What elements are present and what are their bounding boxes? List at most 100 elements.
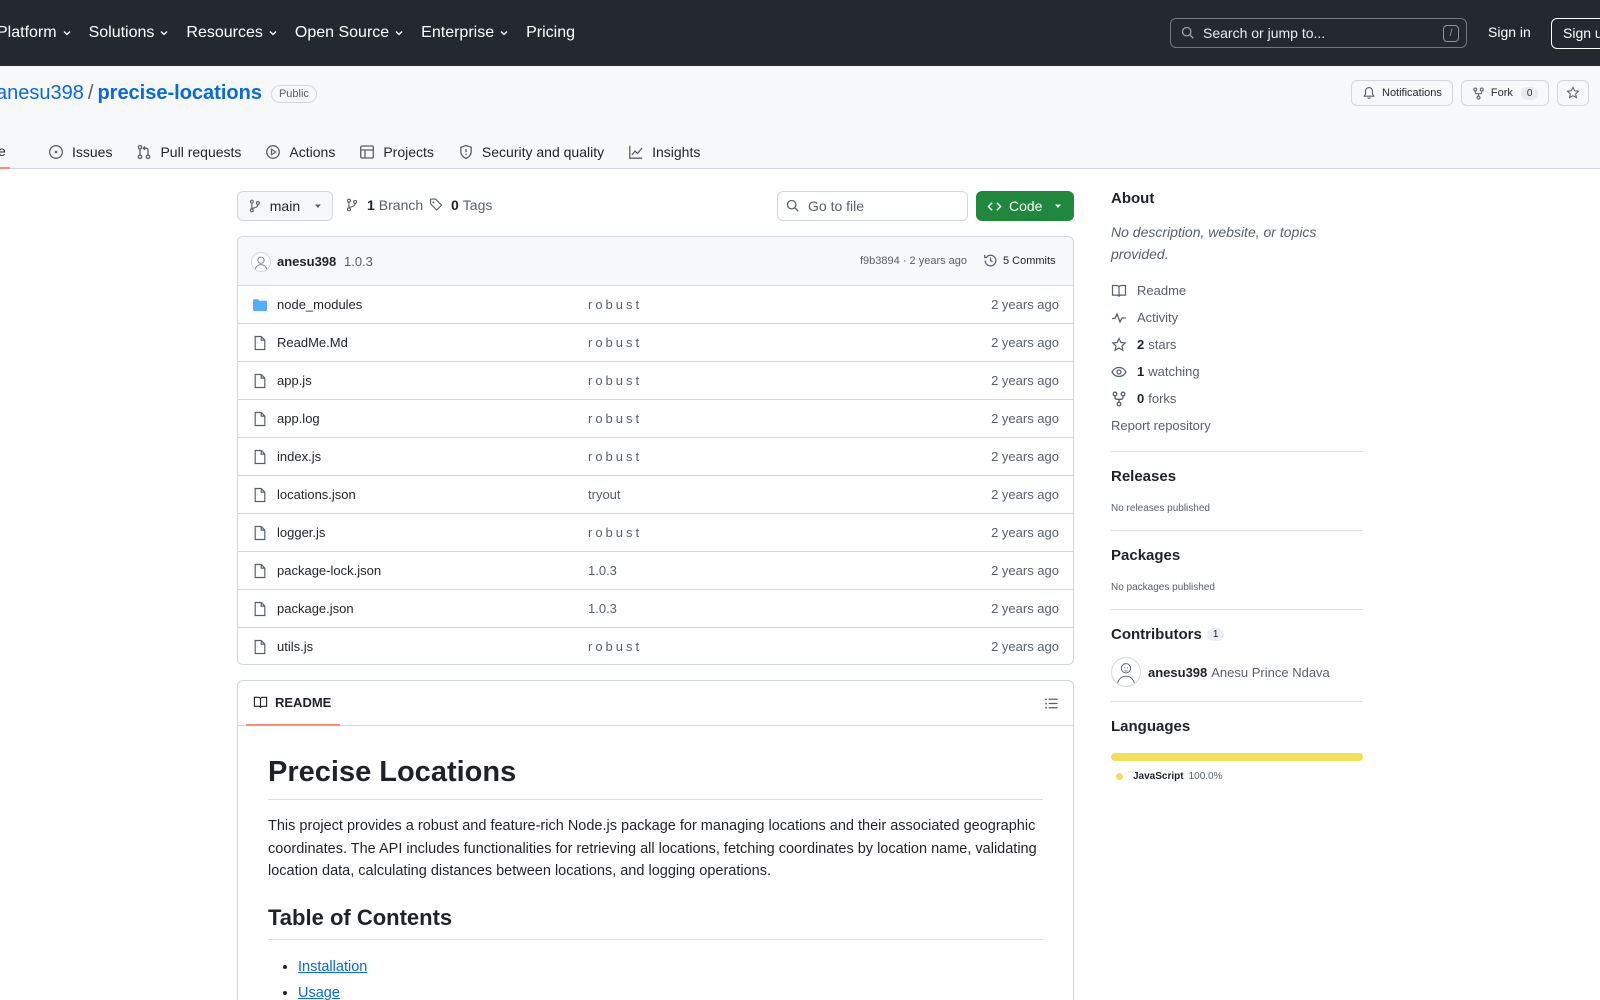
language-bar: [1111, 753, 1363, 761]
notifications-button[interactable]: Notifications: [1351, 80, 1453, 106]
commit-hash-time[interactable]: f9b3894 · 2 years ago: [860, 255, 967, 267]
branches-link[interactable]: 1 Branch: [345, 197, 423, 213]
language-color-dot: [1116, 773, 1123, 780]
fork-button[interactable]: Fork 0: [1460, 80, 1550, 106]
packages-empty-text: No packages published: [1111, 582, 1215, 593]
file-commit-date: 2 years ago: [991, 449, 1059, 464]
readme-link[interactable]: Readme: [1111, 277, 1363, 304]
file-name-link[interactable]: app.log: [277, 411, 320, 426]
commit-author-link[interactable]: anesu398: [277, 254, 336, 269]
watching-link[interactable]: 1 watching: [1111, 358, 1363, 385]
activity-link[interactable]: Activity: [1111, 304, 1363, 331]
readme-content: Precise Locations This project provides …: [238, 726, 1073, 1000]
tag-icon: [430, 198, 443, 211]
language-item[interactable]: JavaScript 100.0%: [1111, 771, 1363, 782]
file-icon: [254, 373, 266, 389]
tab-issues[interactable]: Issues: [48, 135, 112, 169]
file-commit-message-link[interactable]: 1.0.3: [588, 601, 617, 616]
file-commit-message-link[interactable]: robust: [588, 373, 642, 388]
toc-link-usage[interactable]: Usage: [298, 985, 340, 1000]
contributors-heading[interactable]: Contributors 1: [1111, 626, 1363, 643]
branch-selector[interactable]: main: [237, 191, 333, 221]
sign-in-link[interactable]: Sign in: [1488, 24, 1531, 40]
file-name-link[interactable]: utils.js: [277, 639, 313, 654]
nav-pricing[interactable]: Pricing: [526, 24, 575, 42]
file-row[interactable]: utils.js robust 2 years ago: [238, 628, 1073, 664]
nav-platform-label: Platform: [0, 24, 57, 41]
file-name-link[interactable]: package-lock.json: [277, 563, 381, 578]
tab-security[interactable]: Security and quality: [458, 135, 604, 169]
nav-solutions[interactable]: Solutions: [89, 24, 170, 42]
forks-link[interactable]: 0 forks: [1111, 385, 1363, 412]
file-row[interactable]: logger.js robust 2 years ago: [238, 514, 1073, 552]
file-icon: [254, 487, 266, 503]
nav-resources[interactable]: Resources: [186, 24, 277, 42]
file-icon: [254, 639, 266, 655]
nav-platform[interactable]: Platform: [0, 24, 72, 42]
author-avatar[interactable]: [251, 252, 271, 272]
file-name-link[interactable]: ReadMe.Md: [277, 335, 348, 350]
nav-enterprise[interactable]: Enterprise: [421, 24, 509, 42]
file-row[interactable]: ReadMe.Md robust 2 years ago: [238, 324, 1073, 362]
toc-link-installation[interactable]: Installation: [298, 959, 367, 975]
star-button[interactable]: [1557, 80, 1590, 106]
repo-title: anesu398 / precise-locations Public: [0, 82, 317, 105]
nav-open-source[interactable]: Open Source: [295, 24, 404, 42]
nav-solutions-label: Solutions: [88, 24, 155, 41]
tab-projects[interactable]: Projects: [359, 135, 434, 169]
tab-insights[interactable]: Insights: [628, 135, 700, 169]
file-icon: [254, 563, 266, 579]
file-name-link[interactable]: locations.json: [277, 487, 356, 502]
chevron-down-icon: [63, 31, 71, 36]
branch-icon: [249, 199, 260, 213]
file-row[interactable]: package-lock.json 1.0.3 2 years ago: [238, 552, 1073, 590]
commits-history-link[interactable]: 5 Commits: [983, 253, 1056, 268]
tab-issues-label: Issues: [72, 144, 113, 160]
tab-code[interactable]: e: [0, 135, 24, 169]
file-name-link[interactable]: app.js: [277, 373, 312, 388]
file-commit-message-link[interactable]: robust: [588, 297, 642, 312]
file-row[interactable]: index.js robust 2 years ago: [238, 438, 1073, 476]
releases-heading[interactable]: Releases: [1111, 468, 1363, 485]
file-name-link[interactable]: node_modules: [277, 297, 362, 312]
about-description: No description, website, or topics provi…: [1111, 224, 1317, 262]
tags-link[interactable]: 0 Tags: [429, 197, 492, 213]
tab-pull-requests[interactable]: Pull requests: [136, 135, 241, 169]
go-to-file-input[interactable]: Go to file: [777, 191, 968, 221]
file-commit-message-link[interactable]: 1.0.3: [588, 563, 617, 578]
file-row[interactable]: app.log robust 2 years ago: [238, 400, 1073, 438]
list-unordered-icon[interactable]: [1044, 696, 1059, 711]
readme-tab[interactable]: README: [246, 681, 340, 726]
global-search-input[interactable]: Search or jump to... /: [1170, 18, 1467, 48]
tab-actions[interactable]: Actions: [265, 135, 335, 169]
file-row[interactable]: package.json 1.0.3 2 years ago: [238, 590, 1073, 628]
contributor-item[interactable]: anesu398 Anesu Prince Ndava: [1111, 657, 1363, 687]
repo-owner-link[interactable]: anesu398: [0, 82, 84, 105]
file-commit-message-link[interactable]: robust: [588, 411, 642, 426]
report-repository-link[interactable]: Report repository: [1111, 412, 1363, 439]
activity-link-label: Activity: [1137, 310, 1179, 325]
file-commit-message-link[interactable]: robust: [588, 639, 642, 654]
file-row[interactable]: locations.json tryout 2 years ago: [238, 476, 1073, 514]
fork-count: 0: [1520, 86, 1539, 100]
file-commit-message-link[interactable]: robust: [588, 449, 642, 464]
shield-icon: [460, 144, 472, 160]
file-commit-message-link[interactable]: tryout: [588, 487, 621, 502]
packages-heading[interactable]: Packages: [1111, 547, 1363, 564]
file-row[interactable]: app.js robust 2 years ago: [238, 362, 1073, 400]
code-dropdown-button[interactable]: Code: [976, 191, 1074, 221]
file-name-link[interactable]: package.json: [277, 601, 354, 616]
file-commit-message-link[interactable]: robust: [588, 335, 642, 350]
divider: [1111, 530, 1363, 531]
file-name-link[interactable]: logger.js: [277, 525, 325, 540]
file-commit-message-link[interactable]: robust: [588, 525, 642, 540]
file-name-link[interactable]: index.js: [277, 449, 321, 464]
stars-link[interactable]: 2 stars: [1111, 331, 1363, 358]
file-row[interactable]: node_modules robust 2 years ago: [238, 286, 1073, 324]
readme-tab-label: README: [275, 695, 332, 710]
sign-up-button[interactable]: Sign up: [1551, 18, 1600, 49]
fork-icon: [1473, 86, 1484, 100]
commit-message-link[interactable]: 1.0.3: [344, 254, 373, 269]
repo-name-link[interactable]: precise-locations: [97, 82, 262, 105]
tab-actions-label: Actions: [289, 144, 336, 160]
